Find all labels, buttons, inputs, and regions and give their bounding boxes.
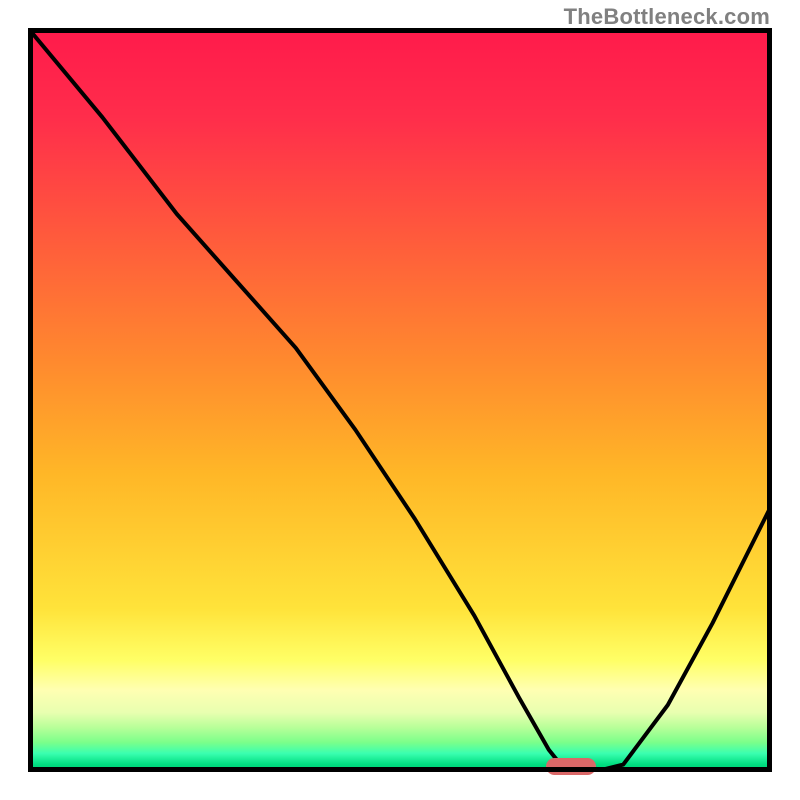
attribution-label: TheBottleneck.com — [564, 4, 770, 30]
ideal-balance-marker — [546, 758, 596, 775]
bottleneck-curve — [28, 28, 772, 772]
chart-frame — [28, 28, 772, 772]
